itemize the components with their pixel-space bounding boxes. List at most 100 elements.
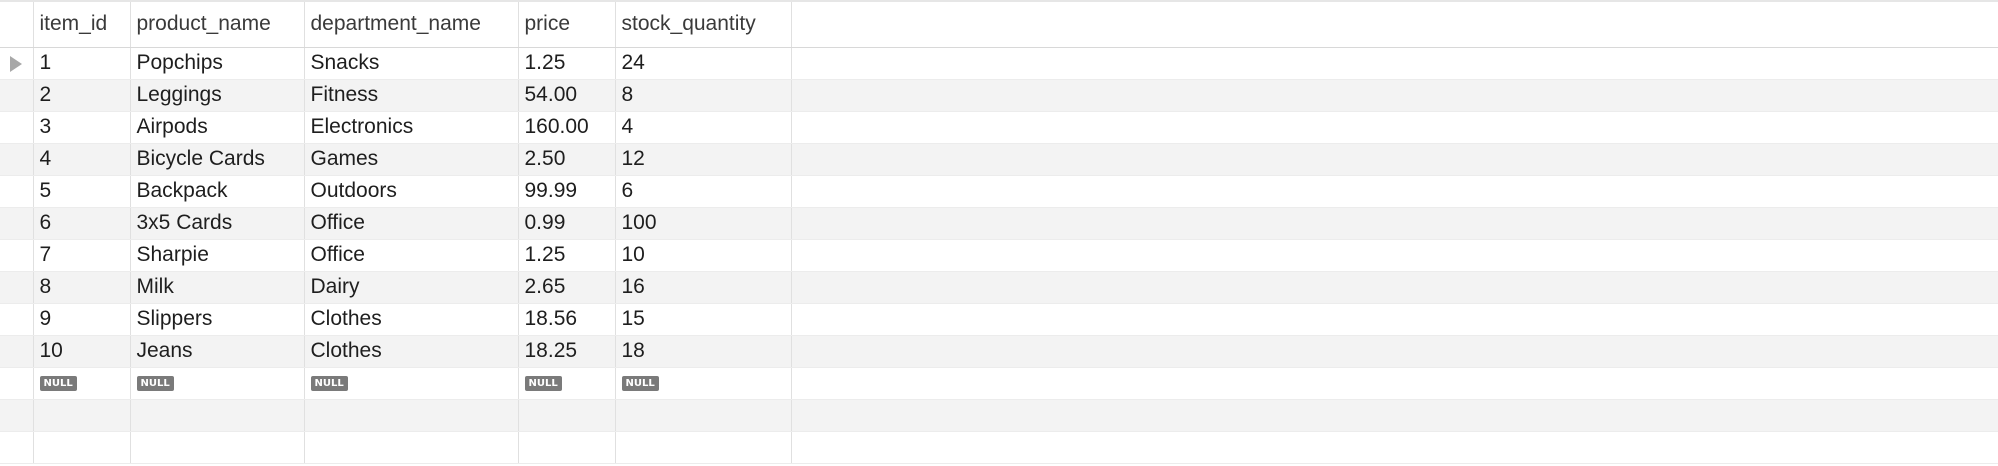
cell-department-name[interactable]: Games — [304, 143, 519, 176]
result-grid: item_id product_name department_name pri… — [0, 0, 1998, 466]
cell-department-name[interactable]: Snacks — [304, 47, 519, 80]
cell-stock-quantity[interactable]: 15 — [615, 303, 792, 336]
cell-department-name[interactable]: Dairy — [304, 271, 519, 304]
cell-product-name[interactable]: 3x5 Cards — [130, 207, 305, 240]
cell-stock-quantity[interactable]: 10 — [615, 239, 792, 272]
cell-price[interactable]: 54.00 — [518, 79, 616, 112]
cell-item-id[interactable]: 2 — [33, 79, 131, 112]
cell-item-id[interactable]: 5 — [33, 175, 131, 208]
table-row[interactable]: 10 Jeans Clothes 18.25 18 — [0, 335, 1998, 368]
cell-price[interactable]: 0.99 — [518, 207, 616, 240]
row-gutter[interactable] — [0, 335, 34, 368]
cell-item-id[interactable]: 7 — [33, 239, 131, 272]
table-row[interactable]: 9 Slippers Clothes 18.56 15 — [0, 303, 1998, 336]
row-gutter[interactable] — [0, 271, 34, 304]
cell-price[interactable]: 18.25 — [518, 335, 616, 368]
row-filler — [791, 335, 1998, 368]
null-badge: NULL — [39, 375, 77, 391]
null-badge: NULL — [524, 375, 562, 391]
column-header-department-name[interactable]: department_name — [304, 0, 519, 48]
cell-item-id[interactable]: 9 — [33, 303, 131, 336]
row-gutter[interactable] — [0, 175, 34, 208]
cell-stock-quantity[interactable]: 8 — [615, 79, 792, 112]
cell-item-id[interactable]: 10 — [33, 335, 131, 368]
cell-department-name[interactable]: Clothes — [304, 335, 519, 368]
cell-product-name[interactable]: Milk — [130, 271, 305, 304]
empty-cell — [130, 399, 305, 432]
row-gutter[interactable] — [0, 143, 34, 176]
column-header-stock-quantity[interactable]: stock_quantity — [615, 0, 792, 48]
cell-stock-quantity[interactable]: 12 — [615, 143, 792, 176]
empty-cell — [130, 431, 305, 464]
cell-product-name[interactable]: Popchips — [130, 47, 305, 80]
table-row[interactable]: 1 Popchips Snacks 1.25 24 — [0, 47, 1998, 80]
cell-department-name[interactable]: NULL — [304, 367, 519, 400]
table-row[interactable]: 8 Milk Dairy 2.65 16 — [0, 271, 1998, 304]
cell-department-name[interactable]: Electronics — [304, 111, 519, 144]
header-row: item_id product_name department_name pri… — [0, 0, 1998, 48]
table-row[interactable]: 2 Leggings Fitness 54.00 8 — [0, 79, 1998, 112]
cell-department-name[interactable]: Office — [304, 239, 519, 272]
cell-price[interactable]: NULL — [518, 367, 616, 400]
column-header-item-id[interactable]: item_id — [33, 0, 131, 48]
cell-stock-quantity[interactable]: NULL — [615, 367, 792, 400]
cell-product-name[interactable]: Sharpie — [130, 239, 305, 272]
cell-stock-quantity[interactable]: 24 — [615, 47, 792, 80]
empty-cell — [304, 431, 519, 464]
column-header-product-name[interactable]: product_name — [130, 0, 305, 48]
new-record-row[interactable]: NULL NULL NULL NULL NULL — [0, 367, 1998, 400]
cell-stock-quantity[interactable]: 6 — [615, 175, 792, 208]
cell-item-id[interactable]: 6 — [33, 207, 131, 240]
cell-product-name[interactable]: Backpack — [130, 175, 305, 208]
row-gutter[interactable] — [0, 47, 34, 80]
row-filler — [791, 399, 1998, 432]
table-row[interactable]: 6 3x5 Cards Office 0.99 100 — [0, 207, 1998, 240]
cell-product-name[interactable]: Bicycle Cards — [130, 143, 305, 176]
table-row[interactable]: 5 Backpack Outdoors 99.99 6 — [0, 175, 1998, 208]
cell-stock-quantity[interactable]: 18 — [615, 335, 792, 368]
row-filler — [791, 431, 1998, 464]
cell-product-name[interactable]: Leggings — [130, 79, 305, 112]
row-gutter — [0, 431, 34, 464]
cell-price[interactable]: 99.99 — [518, 175, 616, 208]
cell-product-name[interactable]: Slippers — [130, 303, 305, 336]
table-row[interactable]: 3 Airpods Electronics 160.00 4 — [0, 111, 1998, 144]
row-gutter[interactable] — [0, 303, 34, 336]
cell-price[interactable]: 1.25 — [518, 47, 616, 80]
row-gutter[interactable] — [0, 239, 34, 272]
cell-department-name[interactable]: Office — [304, 207, 519, 240]
null-badge: NULL — [136, 375, 174, 391]
cell-item-id[interactable]: 3 — [33, 111, 131, 144]
row-gutter-header — [0, 0, 34, 48]
table-row[interactable]: 7 Sharpie Office 1.25 10 — [0, 239, 1998, 272]
cell-item-id[interactable]: NULL — [33, 367, 131, 400]
row-filler — [791, 207, 1998, 240]
cell-department-name[interactable]: Fitness — [304, 79, 519, 112]
cell-product-name[interactable]: Airpods — [130, 111, 305, 144]
cell-price[interactable]: 1.25 — [518, 239, 616, 272]
column-header-price[interactable]: price — [518, 0, 616, 48]
cell-item-id[interactable]: 1 — [33, 47, 131, 80]
cell-item-id[interactable]: 8 — [33, 271, 131, 304]
cell-stock-quantity[interactable]: 16 — [615, 271, 792, 304]
cell-price[interactable]: 160.00 — [518, 111, 616, 144]
row-gutter[interactable] — [0, 111, 34, 144]
row-filler — [791, 303, 1998, 336]
cell-product-name[interactable]: NULL — [130, 367, 305, 400]
cell-department-name[interactable]: Outdoors — [304, 175, 519, 208]
row-gutter[interactable] — [0, 79, 34, 112]
cell-stock-quantity[interactable]: 100 — [615, 207, 792, 240]
table-row[interactable]: 4 Bicycle Cards Games 2.50 12 — [0, 143, 1998, 176]
empty-cell — [33, 431, 131, 464]
row-gutter[interactable] — [0, 207, 34, 240]
null-badge: NULL — [621, 375, 659, 391]
cell-price[interactable]: 18.56 — [518, 303, 616, 336]
cell-price[interactable]: 2.50 — [518, 143, 616, 176]
cell-item-id[interactable]: 4 — [33, 143, 131, 176]
cell-stock-quantity[interactable]: 4 — [615, 111, 792, 144]
cell-department-name[interactable]: Clothes — [304, 303, 519, 336]
cell-price[interactable]: 2.65 — [518, 271, 616, 304]
row-filler — [791, 143, 1998, 176]
row-gutter[interactable] — [0, 367, 34, 400]
cell-product-name[interactable]: Jeans — [130, 335, 305, 368]
